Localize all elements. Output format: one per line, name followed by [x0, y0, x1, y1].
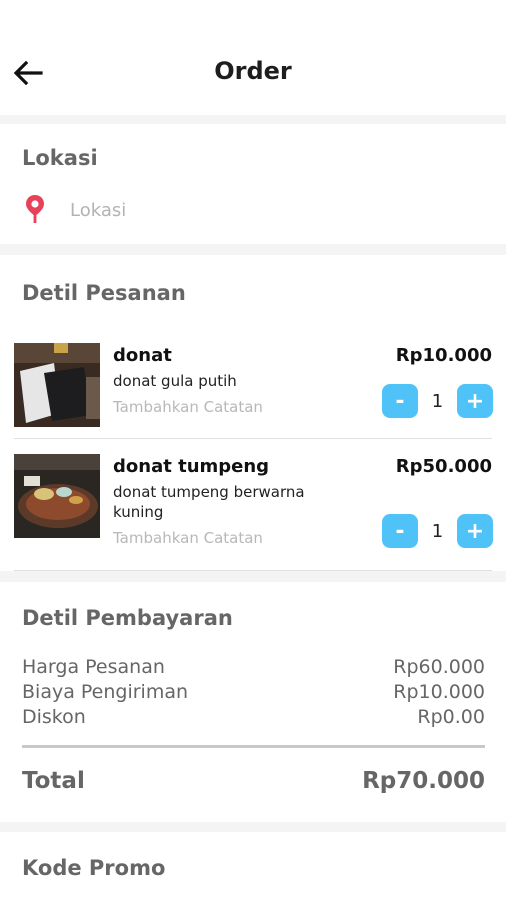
payment-row: Harga Pesanan Rp60.000	[22, 656, 485, 682]
page-title: Order	[214, 57, 292, 85]
item-price: Rp50.000	[395, 456, 492, 477]
item-divider	[14, 570, 492, 571]
item-image	[14, 454, 100, 538]
order-detail-title: Detil Pesanan	[22, 281, 186, 305]
item-description: donat tumpeng berwarna kuning	[113, 483, 305, 521]
location-section	[0, 124, 506, 244]
item-description: donat gula putih	[113, 372, 237, 390]
payment-row-label: Biaya Pengiriman	[22, 681, 189, 703]
add-note-link[interactable]: Tambahkan Catatan	[113, 529, 263, 547]
decrease-button[interactable]: -	[382, 514, 418, 548]
item-divider	[14, 438, 492, 439]
item-image	[14, 343, 100, 427]
add-note-link[interactable]: Tambahkan Catatan	[113, 398, 263, 416]
increase-button[interactable]: +	[457, 384, 493, 418]
quantity-value: 1	[431, 520, 444, 542]
location-input[interactable]	[62, 195, 482, 225]
quantity-stepper: - 1 +	[382, 384, 493, 418]
item-name: donat tumpeng	[113, 456, 270, 477]
payment-row: Diskon Rp0.00	[22, 706, 485, 732]
quantity-value: 1	[431, 390, 444, 412]
payment-row-label: Diskon	[22, 706, 86, 728]
total-row: Total Rp70.000	[22, 768, 485, 794]
payment-row-value: Rp10.000	[393, 681, 485, 703]
payment-row-label: Harga Pesanan	[22, 656, 165, 678]
total-label: Total	[22, 768, 85, 794]
location-pin-icon	[26, 195, 44, 223]
item-name: donat	[113, 345, 172, 366]
increase-button[interactable]: +	[457, 514, 493, 548]
item-price: Rp10.000	[395, 345, 492, 366]
total-divider	[22, 745, 485, 748]
promo-title: Kode Promo	[22, 856, 166, 880]
location-title: Lokasi	[22, 146, 98, 170]
payment-detail-title: Detil Pembayaran	[22, 606, 233, 630]
decrease-button[interactable]: -	[382, 384, 418, 418]
total-value: Rp70.000	[362, 768, 485, 794]
payment-row-value: Rp60.000	[393, 656, 485, 678]
payment-row-value: Rp0.00	[417, 706, 485, 728]
app-bar: Order	[0, 0, 506, 115]
quantity-stepper: - 1 +	[382, 514, 493, 548]
payment-row: Biaya Pengiriman Rp10.000	[22, 681, 485, 707]
